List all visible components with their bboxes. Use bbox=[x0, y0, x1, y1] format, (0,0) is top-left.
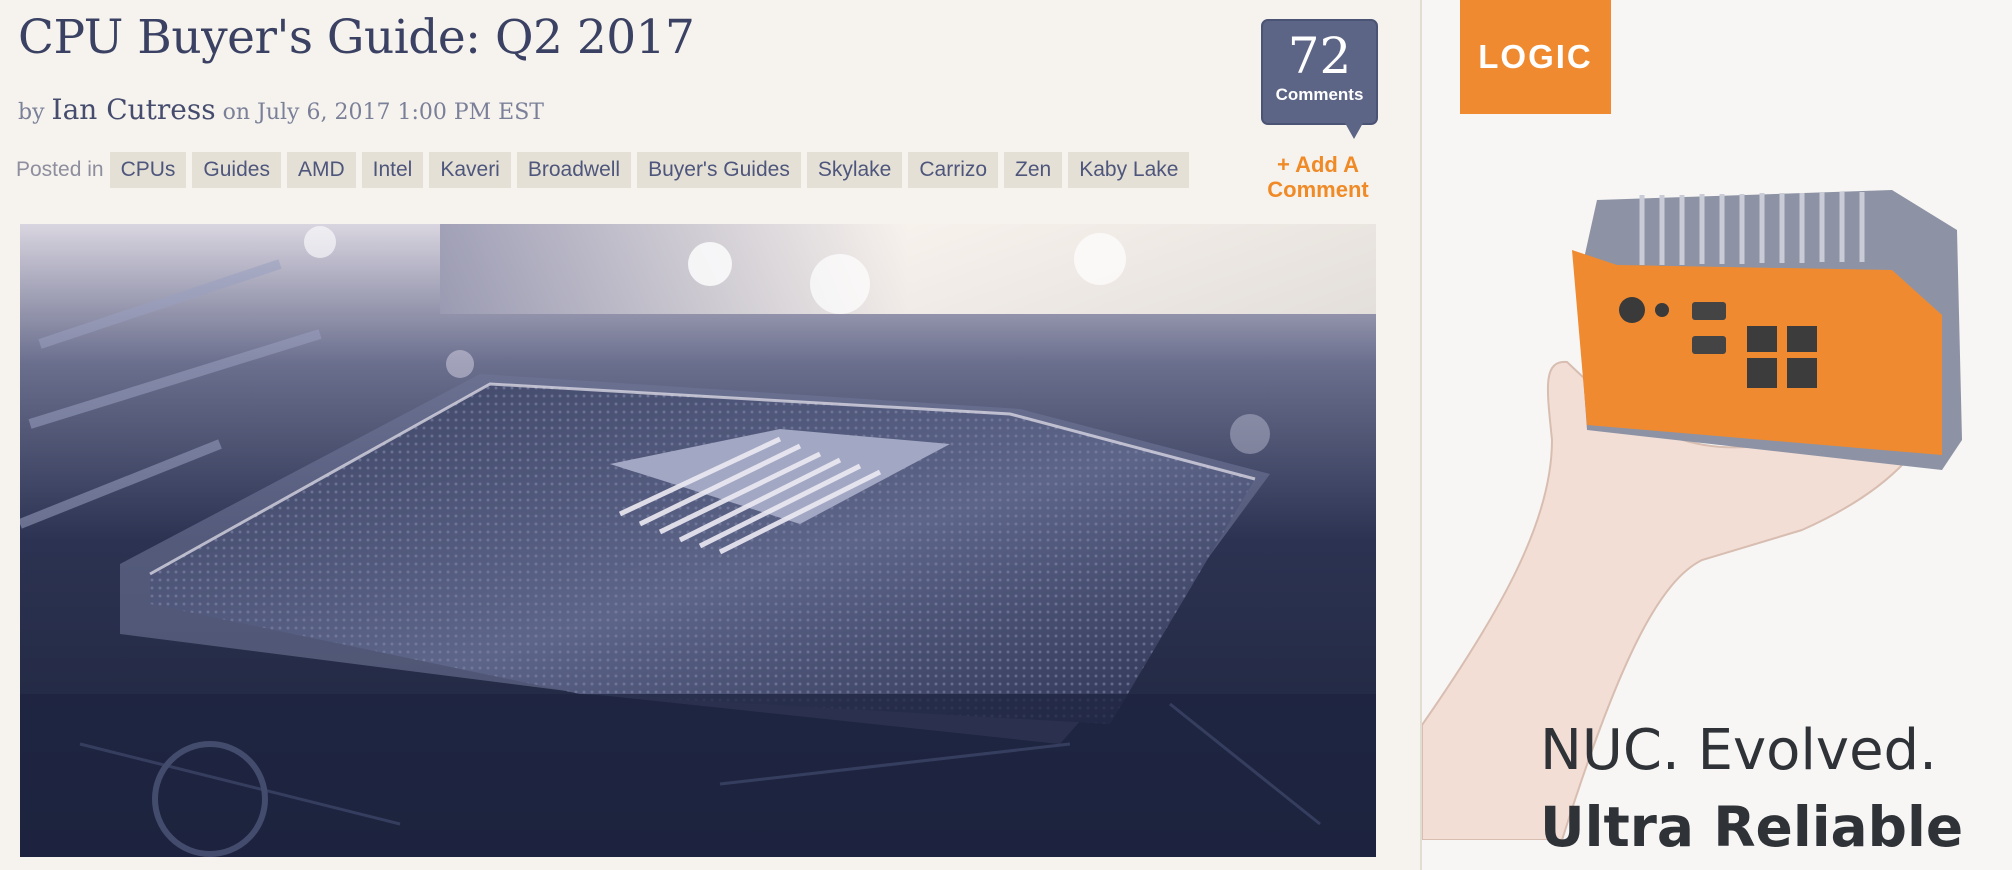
ad-headline: NUC. Evolved. bbox=[1540, 718, 1937, 783]
tag-kaby-lake[interactable]: Kaby Lake bbox=[1068, 152, 1190, 188]
tag-zen[interactable]: Zen bbox=[1004, 152, 1063, 188]
add-comment-link[interactable]: + Add A Comment bbox=[1256, 152, 1380, 202]
tag-amd[interactable]: AMD bbox=[286, 152, 356, 188]
article-title[interactable]: CPU Buyer's Guide: Q2 2017 bbox=[18, 10, 695, 65]
tag-guides[interactable]: Guides bbox=[192, 152, 281, 188]
comment-count: 72 bbox=[1287, 27, 1352, 85]
tag-broadwell[interactable]: Broadwell bbox=[516, 152, 632, 188]
article-header: CPU Buyer's Guide: Q2 2017 by Ian Cutres… bbox=[0, 0, 1420, 870]
tag-cpus[interactable]: CPUs bbox=[109, 152, 187, 188]
publish-date: July 6, 2017 1:00 PM EST bbox=[257, 100, 544, 125]
tag-kaveri[interactable]: Kaveri bbox=[429, 152, 511, 188]
sidebar-advertisement[interactable]: LOGIC NUC. Evolved. Ultra Reliable bbox=[1422, 0, 2012, 870]
posted-in-label: Posted in bbox=[16, 158, 104, 181]
byline-prefix: by bbox=[18, 100, 45, 125]
tag-buyers-guides[interactable]: Buyer's Guides bbox=[637, 152, 801, 188]
hero-image-cpu bbox=[20, 224, 1376, 857]
comment-count-badge[interactable]: 72 Comments bbox=[1261, 19, 1378, 139]
comment-count-label: Comments bbox=[1275, 85, 1364, 104]
logic-logo[interactable]: LOGIC bbox=[1460, 0, 1611, 114]
tag-list: Posted in CPUs Guides AMD Intel Kaveri B… bbox=[16, 152, 1195, 188]
logo-text: LOGIC bbox=[1478, 38, 1593, 75]
tag-skylake[interactable]: Skylake bbox=[806, 152, 903, 188]
ad-subheadline: Ultra Reliable bbox=[1540, 795, 1964, 859]
date-prefix: on bbox=[222, 100, 251, 125]
cpu-photo bbox=[20, 224, 1376, 857]
tag-carrizo[interactable]: Carrizo bbox=[908, 152, 999, 188]
tag-intel[interactable]: Intel bbox=[361, 152, 424, 188]
byline: by Ian Cutress on July 6, 2017 1:00 PM E… bbox=[18, 93, 544, 126]
author-link[interactable]: Ian Cutress bbox=[52, 93, 216, 126]
